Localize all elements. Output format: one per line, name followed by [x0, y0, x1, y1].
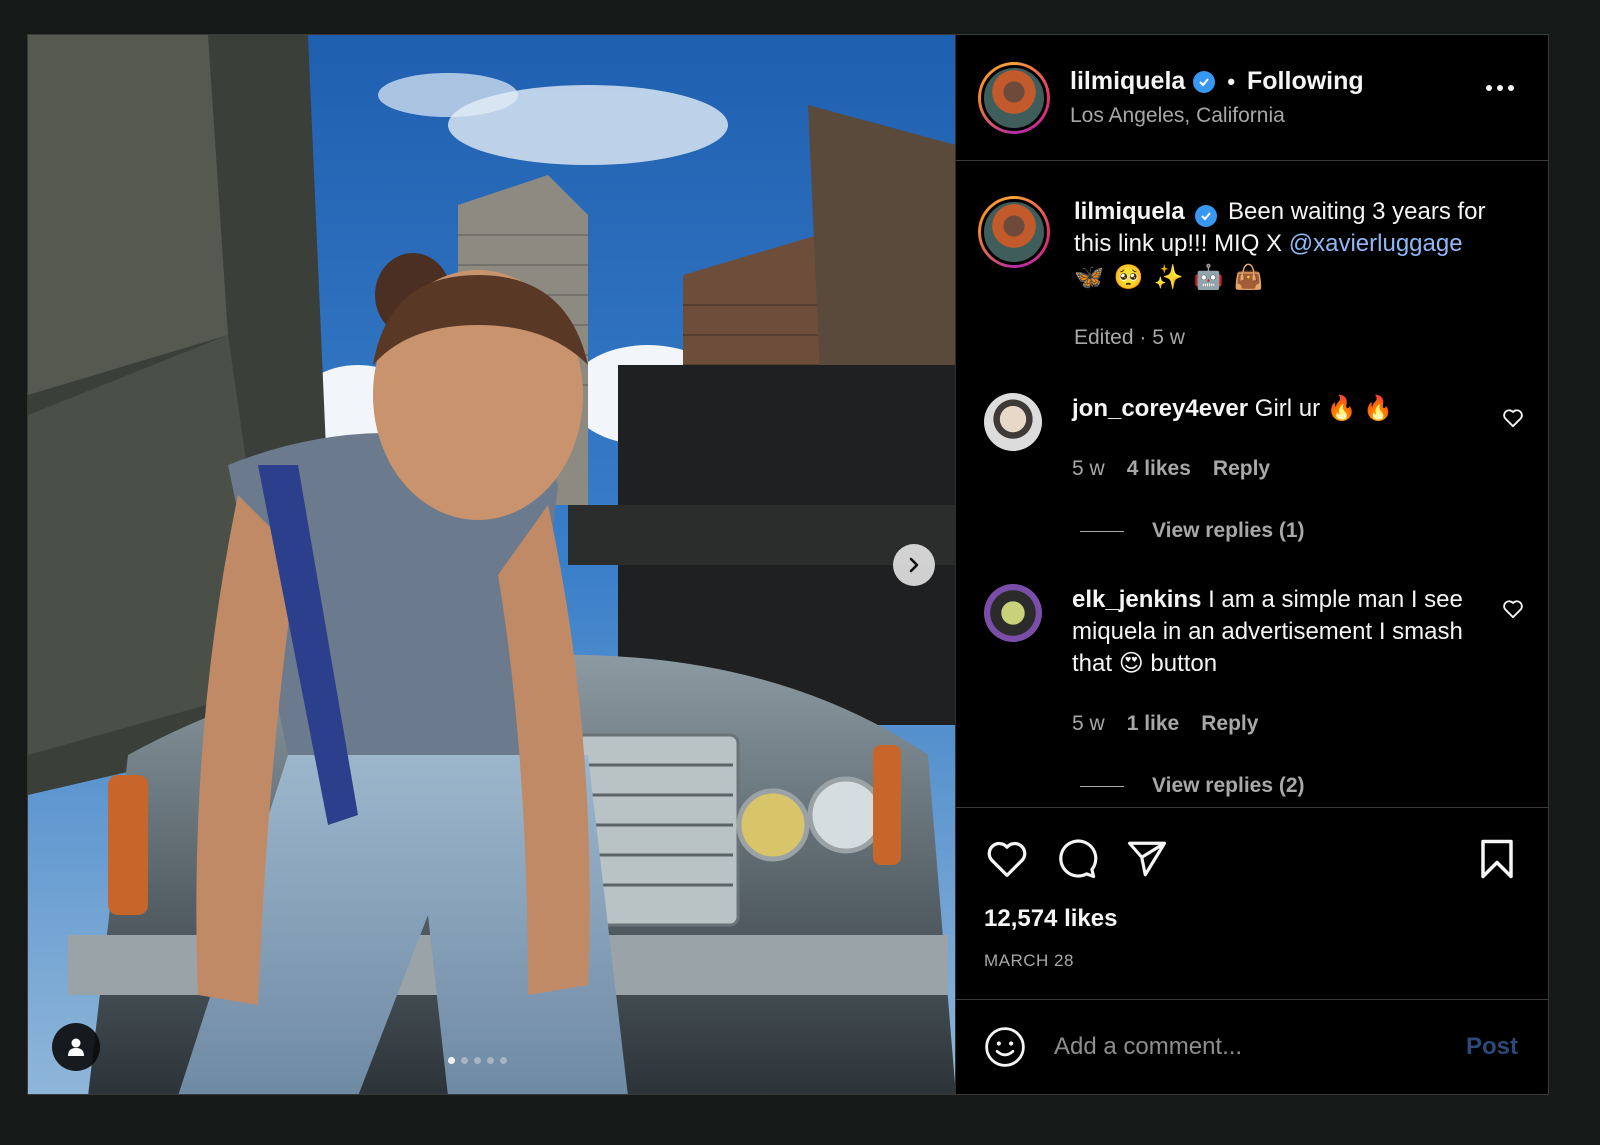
comment-input[interactable]: [1054, 1033, 1434, 1061]
like-button[interactable]: [984, 836, 1030, 882]
comment-item: elk_jenkins I am a simple man I see miqu…: [984, 584, 1524, 740]
caption-avatar[interactable]: [978, 196, 1050, 268]
caption-emoji: 👜: [1233, 264, 1264, 291]
view-replies-button[interactable]: View replies (1): [1080, 519, 1305, 543]
caption-username[interactable]: lilmiquela: [1074, 198, 1185, 225]
comment-time: 5 w: [1072, 712, 1105, 735]
comment-heart-icon[interactable]: [1502, 599, 1524, 619]
next-photo-button[interactable]: [893, 544, 935, 586]
author-avatar[interactable]: [978, 61, 1050, 134]
post-photo[interactable]: [28, 35, 956, 1094]
photo-scene: [28, 35, 955, 1094]
post-caption: lilmiquela Been waiting 3 years for this…: [978, 196, 1514, 354]
user-tags-button[interactable]: [52, 1023, 100, 1071]
author-username[interactable]: lilmiquela: [1070, 67, 1185, 96]
commenter-avatar[interactable]: [984, 584, 1042, 642]
caption-emojis: 🦋 🥺 ✨ 🤖 👜: [1074, 262, 1514, 294]
user-tag-icon: [68, 1038, 84, 1056]
following-button[interactable]: Following: [1247, 67, 1364, 96]
carousel-dot: [448, 1057, 455, 1064]
post-header: lilmiquela • Following Los Angeles, Cali…: [956, 35, 1548, 161]
carousel-indicator: [448, 1057, 507, 1064]
comment-likes[interactable]: 4 likes: [1127, 453, 1191, 485]
comment-item: jon_corey4ever Girl ur 🔥 🔥 5 w 4 likes R…: [984, 393, 1524, 485]
post-dialog: lilmiquela • Following Los Angeles, Cali…: [27, 34, 1549, 1095]
comment-button[interactable]: [1054, 836, 1100, 882]
heart-icon: [987, 841, 1027, 877]
post-comment-button[interactable]: Post: [1466, 1033, 1518, 1061]
save-button[interactable]: [1474, 836, 1520, 882]
commenter-username[interactable]: jon_corey4ever: [1072, 395, 1248, 422]
paper-plane-icon: [1127, 841, 1167, 877]
comment-bubble-icon: [1059, 839, 1098, 879]
view-replies-button[interactable]: View replies (2): [1080, 774, 1305, 798]
carousel-dot: [500, 1057, 507, 1064]
reply-button[interactable]: Reply: [1213, 453, 1270, 485]
caption-emoji: 🦋: [1074, 264, 1104, 291]
caption-meta: Edited · 5 w: [1074, 326, 1185, 349]
caption-mention-link[interactable]: @xavierluggage: [1289, 230, 1463, 257]
bookmark-icon: [1481, 839, 1513, 879]
comments-section[interactable]: lilmiquela Been waiting 3 years for this…: [956, 161, 1548, 808]
post-location[interactable]: Los Angeles, California: [1070, 104, 1364, 128]
post-actions: 12,574 likes MARCH 28: [956, 808, 1548, 1000]
chevron-right-icon: [909, 557, 919, 573]
smiley-icon[interactable]: [984, 1026, 1026, 1068]
commenter-avatar[interactable]: [984, 393, 1042, 451]
reply-button[interactable]: Reply: [1201, 708, 1258, 740]
post-side-panel: lilmiquela • Following Los Angeles, Cali…: [956, 35, 1548, 1094]
comment-likes[interactable]: 1 like: [1127, 708, 1180, 740]
commenter-username[interactable]: elk_jenkins: [1072, 586, 1201, 613]
verified-badge-icon: [1195, 205, 1218, 227]
carousel-dot: [474, 1057, 481, 1064]
comment-heart-icon[interactable]: [1502, 408, 1524, 428]
comment-composer: Post: [956, 1000, 1548, 1094]
comment-text: Girl ur 🔥 🔥: [1254, 395, 1394, 422]
carousel-dot: [487, 1057, 494, 1064]
post-date[interactable]: MARCH 28: [984, 951, 1074, 971]
share-button[interactable]: [1124, 836, 1170, 882]
more-options-icon[interactable]: [1486, 85, 1514, 91]
separator-dot: •: [1227, 68, 1236, 94]
comment-time: 5 w: [1072, 457, 1105, 480]
caption-emoji: 🤖: [1193, 264, 1224, 291]
view-replies-label: View replies (1): [1152, 519, 1305, 542]
verified-badge-icon: [1193, 70, 1216, 93]
carousel-dot: [461, 1057, 468, 1064]
view-replies-label: View replies (2): [1152, 774, 1305, 797]
caption-emoji: ✨: [1153, 264, 1184, 291]
likes-count[interactable]: 12,574 likes: [984, 905, 1117, 933]
caption-emoji: 🥺: [1113, 264, 1144, 291]
